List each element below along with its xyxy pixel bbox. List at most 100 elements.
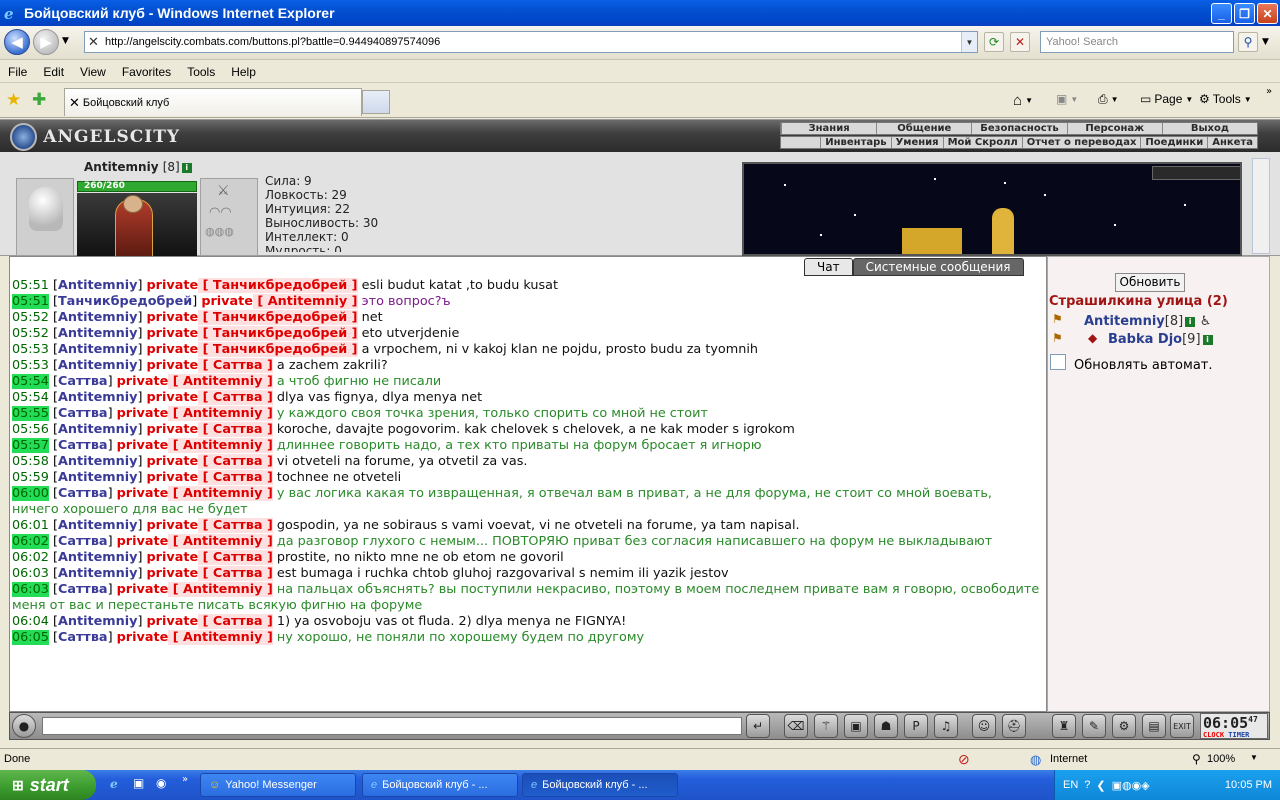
task-ie-window-active[interactable]: e Бойцовский клуб - ... xyxy=(522,773,678,797)
chat-time[interactable]: 06:00 xyxy=(12,486,49,501)
menu-favorites[interactable]: Favorites xyxy=(114,65,179,79)
chat-sender[interactable]: Antitemniy xyxy=(58,310,138,325)
refresh-icon[interactable]: ⟳ xyxy=(984,32,1004,52)
chat-time[interactable]: 05:58 xyxy=(12,454,49,469)
chat-time[interactable]: 05:54 xyxy=(12,374,49,389)
send-icon[interactable]: ↵ xyxy=(746,714,770,738)
new-tab-button[interactable] xyxy=(362,90,390,114)
chat-recipient[interactable]: [ Саттва ] xyxy=(198,518,273,533)
menu-edit[interactable]: Edit xyxy=(35,65,72,79)
history-dropdown-icon[interactable]: ▼ xyxy=(62,36,69,46)
chat-time[interactable]: 05:51 xyxy=(12,278,49,293)
chat-recipient[interactable]: [ Саттва ] xyxy=(198,422,273,437)
tab-active[interactable]: ✕ Бойцовский клуб xyxy=(64,88,362,116)
helmet-icon[interactable]: ⛑ xyxy=(1002,714,1026,738)
favorites-star-icon[interactable]: ★ xyxy=(6,90,21,110)
nav-bezopasnost[interactable]: Безопасность xyxy=(971,123,1066,134)
minimize-button[interactable]: _ xyxy=(1211,3,1232,24)
chat-sender[interactable]: Саттва xyxy=(58,374,108,389)
tab-system-messages[interactable]: Системные сообщения xyxy=(852,258,1024,276)
chat-time[interactable]: 05:52 xyxy=(12,310,49,325)
chat-private-tag[interactable]: private [ Саттва ] xyxy=(147,550,273,565)
chat-private-tag[interactable]: private [ Antitemniy ] xyxy=(117,630,273,645)
chat-time[interactable]: 05:53 xyxy=(12,358,49,373)
smiley-icon[interactable]: ☺ xyxy=(972,714,996,738)
chat-private-tag[interactable]: private [ Саттва ] xyxy=(147,390,273,405)
helmet-slot[interactable] xyxy=(16,178,74,256)
nav-poedinki[interactable]: Поединки xyxy=(1140,137,1207,148)
stand-icon[interactable]: ☗ xyxy=(874,714,898,738)
chat-time[interactable]: 05:52 xyxy=(12,326,49,341)
address-dropdown-icon[interactable]: ▼ xyxy=(961,32,977,52)
tools-menu-button[interactable]: ⚙ Tools ▼ xyxy=(1199,92,1252,106)
filter-icon[interactable]: ⚚ xyxy=(814,714,838,738)
scroll-icon[interactable]: ✎ xyxy=(1082,714,1106,738)
chat-recipient[interactable]: [ Antitemniy ] xyxy=(168,534,273,549)
chat-time[interactable]: 06:03 xyxy=(12,566,49,581)
chat-private-tag[interactable]: private [ Саттва ] xyxy=(147,566,273,581)
chat-private-tag[interactable]: private [ Саттва ] xyxy=(147,422,273,437)
chat-recipient[interactable]: [ Саттва ] xyxy=(198,614,273,629)
chat-recipient[interactable]: [ Саттва ] xyxy=(198,550,273,565)
back-button[interactable]: ◀ xyxy=(4,29,30,55)
close-window-button[interactable]: ✕ xyxy=(1257,3,1278,24)
chat-sender[interactable]: Antitemniy xyxy=(58,518,138,533)
chat-private-tag[interactable]: private [ Саттва ] xyxy=(147,358,273,373)
quicklaunch-more-icon[interactable]: » xyxy=(182,774,188,785)
chat-recipient[interactable]: [ Танчикбредобрей ] xyxy=(198,342,358,357)
auto-refresh-checkbox[interactable] xyxy=(1050,354,1066,370)
private-icon[interactable]: P xyxy=(904,714,928,738)
stop-icon[interactable]: ✕ xyxy=(1010,32,1030,52)
quicklaunch-desktop-icon[interactable]: ▣ xyxy=(133,776,144,790)
nav-anketa[interactable]: Анкета xyxy=(1207,137,1257,148)
chat-sender[interactable]: Саттва xyxy=(58,486,108,501)
tray-arrow-icon[interactable]: ❮ xyxy=(1096,779,1105,792)
clear-icon[interactable]: ⌫ xyxy=(784,714,808,738)
chat-time[interactable]: 06:02 xyxy=(12,534,49,549)
info-icon[interactable]: i xyxy=(1202,334,1213,345)
blocked-icon[interactable]: ⊘ xyxy=(958,751,970,768)
nav-moy-skroll[interactable]: Мой Скролл xyxy=(942,137,1022,148)
chat-recipient[interactable]: [ Antitemniy ] xyxy=(252,294,358,309)
nav-inventar[interactable]: Инвентарь xyxy=(820,137,890,148)
chat-sender[interactable]: Antitemniy xyxy=(58,390,138,405)
lock-icon[interactable]: ▤ xyxy=(1142,714,1166,738)
zoom-icon[interactable]: ⚲ xyxy=(1192,752,1201,766)
search-icon[interactable]: ⚲ xyxy=(1238,32,1258,52)
quicklaunch-media-icon[interactable]: ◉ xyxy=(156,776,166,790)
chat-sender[interactable]: Саттва xyxy=(58,534,108,549)
chat-recipient[interactable]: [ Саттва ] xyxy=(198,566,273,581)
task-yahoo-messenger[interactable]: ☺ Yahoo! Messenger xyxy=(200,773,356,797)
tray-app-icons[interactable]: ▣◍◉◈ xyxy=(1112,779,1150,792)
chat-private-tag[interactable]: private [ Саттва ] xyxy=(147,614,273,629)
chat-recipient[interactable]: [ Antitemniy ] xyxy=(168,438,273,453)
home-button[interactable]: ⌂ ▼ xyxy=(1013,92,1033,109)
chat-private-tag[interactable]: private [ Antitemniy ] xyxy=(117,374,273,389)
chat-recipient[interactable]: [ Antitemniy ] xyxy=(168,374,273,389)
chat-private-tag[interactable]: private [ Танчикбредобрей ] xyxy=(147,278,358,293)
character-panel-scrollbar[interactable] xyxy=(1252,158,1270,254)
chat-sender[interactable]: Саттва xyxy=(58,630,108,645)
gear-icon[interactable]: ⚙ xyxy=(1112,714,1136,738)
chat-private-tag[interactable]: private [ Antitemniy ] xyxy=(117,534,273,549)
chat-recipient[interactable]: [ Танчикбредобрей ] xyxy=(198,278,358,293)
nav-personazh[interactable]: Персонаж xyxy=(1066,123,1162,134)
chat-sender[interactable]: Саттва xyxy=(58,406,108,421)
zoom-level[interactable]: 100% xyxy=(1207,753,1235,765)
chat-recipient[interactable]: [ Танчикбредобрей ] xyxy=(198,310,358,325)
chat-mode-icon[interactable]: ● xyxy=(12,714,36,738)
chat-recipient[interactable]: [ Саттва ] xyxy=(198,390,273,405)
chat-recipient[interactable]: [ Antitemniy ] xyxy=(168,486,273,501)
chat-sender[interactable]: Antitemniy xyxy=(58,422,138,437)
forward-button[interactable]: ▶ xyxy=(33,29,59,55)
chat-sender[interactable]: Antitemniy xyxy=(58,566,138,581)
chat-sender[interactable]: Танчикбредобрей xyxy=(58,294,192,309)
help-icon[interactable]: ? xyxy=(1084,779,1090,791)
chat-recipient[interactable]: [ Саттва ] xyxy=(198,470,273,485)
chat-time[interactable]: 05:51 xyxy=(12,294,49,309)
chat-time[interactable]: 06:01 xyxy=(12,518,49,533)
chat-time[interactable]: 05:54 xyxy=(12,390,49,405)
chat-sender[interactable]: Antitemniy xyxy=(58,278,138,293)
chevron-right-icon[interactable]: » xyxy=(1266,86,1272,97)
chat-private-tag[interactable]: private [ Танчикбредобрей ] xyxy=(147,310,358,325)
